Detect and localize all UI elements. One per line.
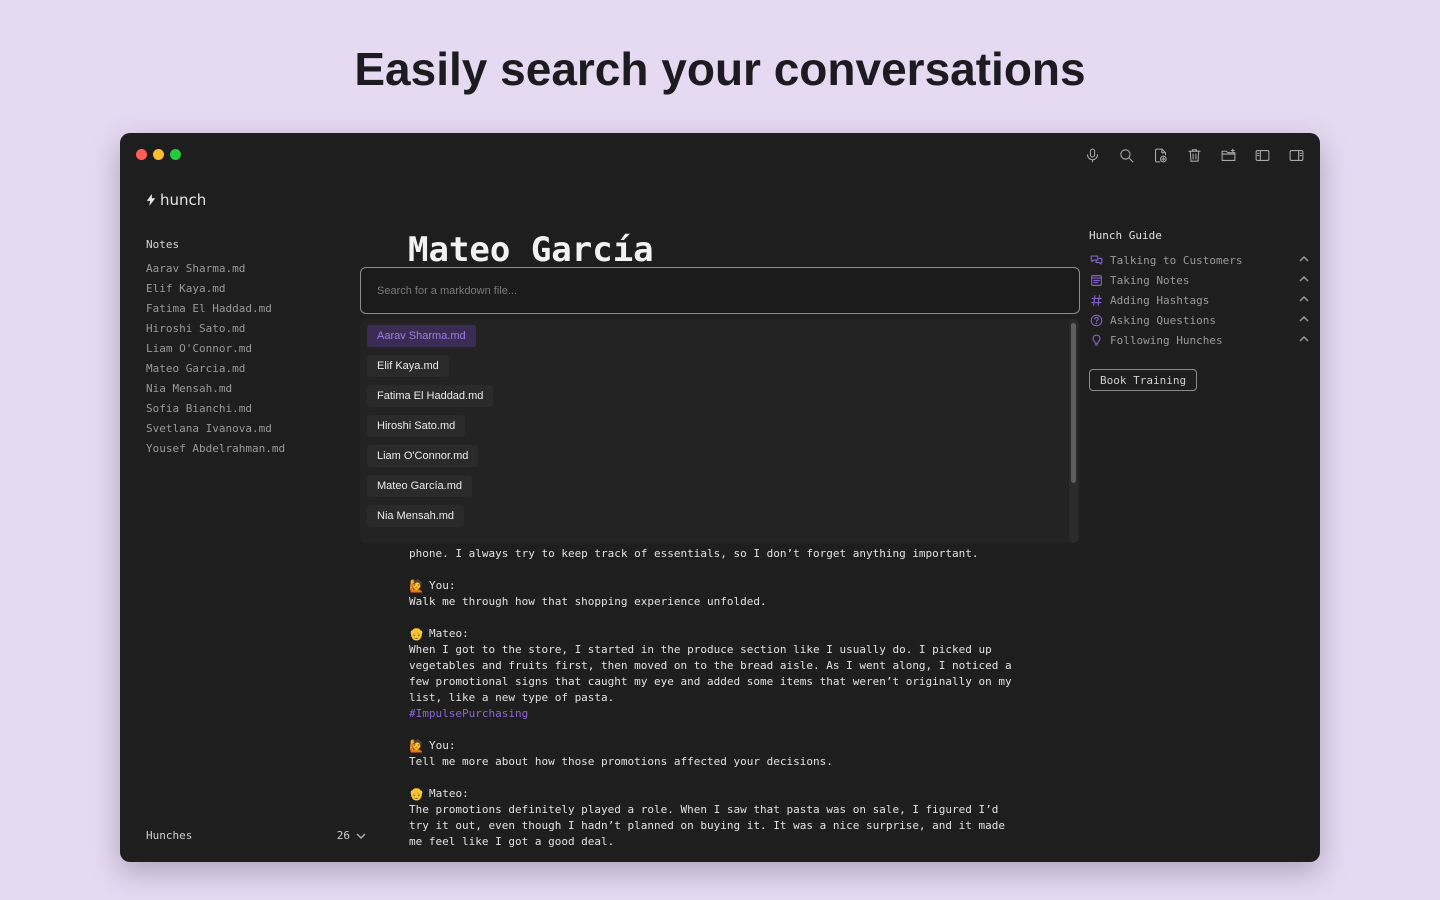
search-result-item[interactable]: Mateo García.md xyxy=(367,475,472,497)
zoom-window-button[interactable] xyxy=(170,149,181,160)
left-sidebar-icon xyxy=(1255,149,1269,161)
chevron-up-icon[interactable] xyxy=(1299,254,1309,267)
older-man-icon: 👴 xyxy=(409,627,424,641)
results-scrollbar[interactable] xyxy=(1069,319,1078,543)
question-icon xyxy=(1089,313,1103,327)
note-item[interactable]: Mateo Garcia.md xyxy=(146,359,356,379)
person-raising-hand-icon: 🙋 xyxy=(409,579,424,593)
guide-item-label: Taking Notes xyxy=(1110,273,1190,287)
hunch-guide-panel: Hunch Guide Talking to Customers Taking … xyxy=(1089,229,1309,391)
speaker-line: 🙋 You: xyxy=(409,738,1049,754)
notes-section-title: Notes xyxy=(146,238,180,251)
speaker-line: 🙋 You: xyxy=(409,578,1049,594)
note-item[interactable]: Liam O'Connor.md xyxy=(146,339,356,359)
guide-item-asking-questions[interactable]: Asking Questions xyxy=(1089,310,1309,330)
hashtag-link[interactable]: #ImpulsePurchasing xyxy=(409,706,1049,722)
scrollbar-thumb[interactable] xyxy=(1071,323,1076,483)
search-result-item[interactable]: Fatima El Haddad.md xyxy=(367,385,494,407)
book-training-button[interactable]: Book Training xyxy=(1089,369,1198,391)
toolbar xyxy=(1082,145,1306,165)
search-icon xyxy=(1119,148,1133,162)
note-item[interactable]: Nia Mensah.md xyxy=(146,379,356,399)
note-item[interactable]: Hiroshi Sato.md xyxy=(146,319,356,339)
note-item[interactable]: Svetlana Ivanova.md xyxy=(146,419,356,439)
guide-item-following-hunches[interactable]: Following Hunches xyxy=(1089,330,1309,350)
guide-item-label: Talking to Customers xyxy=(1110,253,1243,267)
search-result-item[interactable]: Liam O'Connor.md xyxy=(367,445,479,467)
app-window: hunch Notes Aarav Sharma.md Elif Kaya.md… xyxy=(120,133,1320,862)
speaker-line: 👴 Mateo: xyxy=(409,626,1049,642)
delete-button[interactable] xyxy=(1184,145,1204,165)
search-result-item[interactable]: Aarav Sharma.md xyxy=(367,325,476,347)
chat-bubbles-icon xyxy=(1089,253,1103,267)
note-item[interactable]: Fatima El Haddad.md xyxy=(146,299,356,319)
search-result-item[interactable]: Nia Mensah.md xyxy=(367,505,465,527)
microphone-icon xyxy=(1086,148,1098,162)
conversation-text: Walk me through how that shopping experi… xyxy=(409,595,767,608)
document-title: Mateo García xyxy=(408,230,654,270)
search-button[interactable] xyxy=(1116,145,1136,165)
note-item[interactable]: Yousef Abdelrahman.md xyxy=(146,439,356,459)
chevron-up-icon[interactable] xyxy=(1299,274,1309,287)
speaker-name: Mateo: xyxy=(429,627,469,640)
new-file-button[interactable] xyxy=(1150,145,1170,165)
chevron-up-icon[interactable] xyxy=(1299,334,1309,347)
chevron-up-icon[interactable] xyxy=(1299,314,1309,327)
search-results-list: Aarav Sharma.md Elif Kaya.md Fatima El H… xyxy=(360,319,1080,543)
search-palette: Aarav Sharma.md Elif Kaya.md Fatima El H… xyxy=(360,267,1080,543)
speaker-name: You: xyxy=(429,739,456,752)
speaker-name: You: xyxy=(429,579,456,592)
hunches-count-toggle[interactable]: 26 xyxy=(337,829,366,842)
new-file-icon xyxy=(1154,148,1167,162)
conversation-content: phone. I always try to keep track of ess… xyxy=(409,546,1049,850)
guide-item-adding-hashtags[interactable]: Adding Hashtags xyxy=(1089,290,1309,310)
folder-plus-icon xyxy=(1221,148,1235,161)
search-result-item[interactable]: Hiroshi Sato.md xyxy=(367,415,466,437)
toggle-left-sidebar-button[interactable] xyxy=(1252,145,1272,165)
search-input[interactable] xyxy=(360,267,1080,314)
guide-item-label: Asking Questions xyxy=(1110,313,1216,327)
guide-item-label: Following Hunches xyxy=(1110,333,1223,347)
guide-item-taking-notes[interactable]: Taking Notes xyxy=(1089,270,1309,290)
guide-item-talking-to-customers[interactable]: Talking to Customers xyxy=(1089,250,1309,270)
hunches-footer: Hunches 26 xyxy=(146,829,366,842)
notes-icon xyxy=(1089,273,1103,287)
guide-item-label: Adding Hashtags xyxy=(1110,293,1210,307)
window-controls xyxy=(136,149,181,160)
right-sidebar-icon xyxy=(1289,149,1303,161)
lightning-icon xyxy=(146,194,156,206)
search-result-item[interactable]: Elif Kaya.md xyxy=(367,355,449,377)
chevron-up-icon[interactable] xyxy=(1299,294,1309,307)
toggle-right-sidebar-button[interactable] xyxy=(1286,145,1306,165)
speaker-line: 👴 Mateo: xyxy=(409,786,1049,802)
note-list: Aarav Sharma.md Elif Kaya.md Fatima El H… xyxy=(146,259,356,459)
guide-title: Hunch Guide xyxy=(1089,229,1162,242)
hashtag-icon xyxy=(1089,293,1103,307)
page-headline: Easily search your conversations xyxy=(354,43,1086,95)
note-item[interactable]: Elif Kaya.md xyxy=(146,279,356,299)
app-logo-text: hunch xyxy=(160,191,207,209)
note-item[interactable]: Aarav Sharma.md xyxy=(146,259,356,279)
lightbulb-icon xyxy=(1089,333,1103,347)
conversation-text: When I got to the store, I started in th… xyxy=(409,643,1012,704)
conversation-text: The promotions definitely played a role.… xyxy=(409,803,1006,848)
older-man-icon: 👴 xyxy=(409,787,424,801)
app-logo: hunch xyxy=(146,191,206,209)
new-folder-button[interactable] xyxy=(1218,145,1238,165)
conversation-text: Tell me more about how those promotions … xyxy=(409,755,833,768)
minimize-window-button[interactable] xyxy=(153,149,164,160)
conversation-text: phone. I always try to keep track of ess… xyxy=(409,547,979,560)
person-raising-hand-icon: 🙋 xyxy=(409,739,424,753)
speaker-name: Mateo: xyxy=(429,787,469,800)
hunches-count: 26 xyxy=(336,829,350,842)
hunches-label: Hunches xyxy=(146,829,193,842)
note-item[interactable]: Sofia Bianchi.md xyxy=(146,399,356,419)
notes-sidebar: Notes Aarav Sharma.md Elif Kaya.md Fatim… xyxy=(146,238,356,459)
chevron-down-icon xyxy=(356,832,366,839)
close-window-button[interactable] xyxy=(136,149,147,160)
microphone-button[interactable] xyxy=(1082,145,1102,165)
trash-icon xyxy=(1187,148,1201,162)
